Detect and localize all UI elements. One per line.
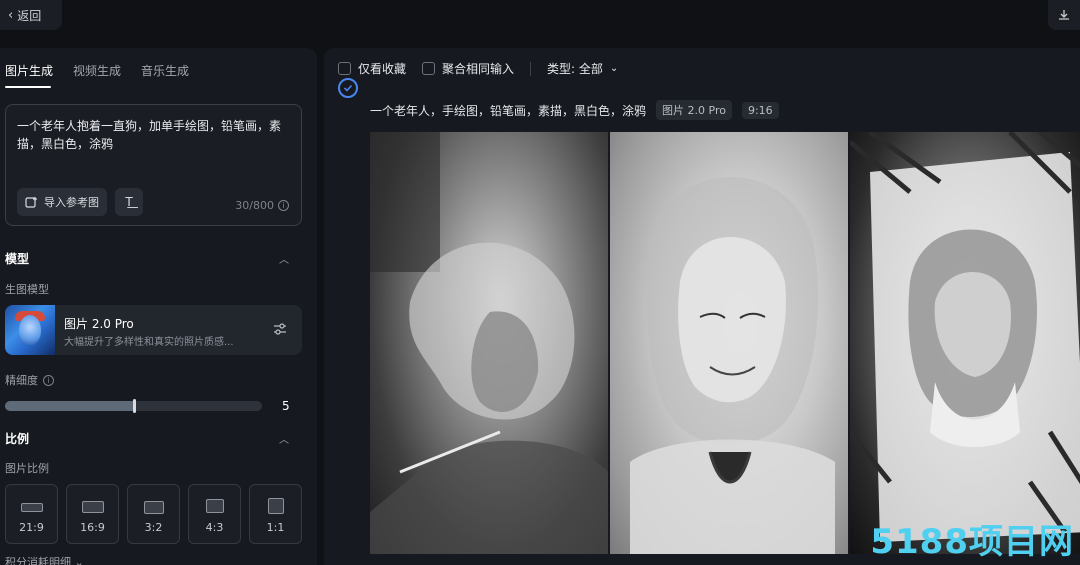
detail-info-icon[interactable]: i	[43, 374, 54, 386]
model-tag: 图片 2.0 Pro	[656, 100, 732, 120]
points-detail-toggle[interactable]: 积分消耗明细 ⌄	[5, 554, 84, 565]
generation-tabs: 图片生成 视频生成 音乐生成	[5, 62, 189, 79]
image-plus-icon	[25, 196, 37, 208]
type-label: 类型: 全部	[547, 62, 603, 76]
text-format-button[interactable]: T͟	[115, 188, 143, 216]
detail-label: 精细度	[5, 374, 38, 387]
generated-image-2[interactable]	[610, 132, 848, 554]
prompt-input[interactable]: 一个老年人抱着一直狗，加单手绘图，铅笔画，素描，黑白色，涂鸦 导入参考图 T͟ …	[5, 104, 302, 226]
chevron-up-icon[interactable]: ︿	[279, 251, 289, 266]
download-icon	[1059, 10, 1069, 20]
char-count: 30/800 i	[235, 199, 289, 212]
record-check-icon	[338, 78, 358, 98]
ratio-option-4-3[interactable]: 4:3	[188, 484, 241, 544]
ratio-16-9-icon	[81, 501, 104, 513]
model-thumbnail	[5, 305, 55, 355]
ratio-option-16-9[interactable]: 16:9	[66, 484, 119, 544]
ratio-tag: 9:16	[741, 101, 779, 119]
detail-slider-handle[interactable]	[133, 399, 136, 413]
detail-slider[interactable]	[5, 399, 262, 413]
generated-images	[370, 132, 1080, 554]
watermark: 5188项目网	[870, 522, 1074, 562]
active-tab-indicator	[5, 86, 51, 88]
results-panel: 仅看收藏 聚合相同输入 类型: 全部 ⌄ 一个老年人，手绘图，铅笔画，素描，黑白…	[324, 48, 1080, 565]
model-selector[interactable]: 图片 2.0 Pro 大幅提升了多样性和真实的照片质感...	[5, 305, 302, 355]
tab-video-generation[interactable]: 视频生成	[73, 62, 121, 79]
merge-inputs-filter[interactable]: 聚合相同输入	[422, 60, 514, 77]
tab-image-generation[interactable]: 图片生成	[5, 62, 53, 79]
char-count-value: 30/800	[235, 199, 274, 212]
ratio-section-title: 比例	[5, 432, 30, 446]
ratio-options: 21:9 16:9 3:2 4:3 1:1	[5, 484, 302, 544]
back-label: 返回	[17, 8, 42, 23]
import-reference-label: 导入参考图	[44, 196, 99, 209]
ratio-label: 3:2	[144, 521, 163, 534]
ratio-option-3-2[interactable]: 3:2	[127, 484, 180, 544]
chevron-down-icon: ⌄	[74, 556, 84, 565]
chevron-down-icon: ⌄	[609, 63, 619, 74]
favorites-label: 仅看收藏	[358, 62, 407, 76]
ratio-4-3-icon	[205, 499, 224, 513]
model-description: 大幅提升了多样性和真实的照片质感...	[64, 337, 234, 348]
import-reference-button[interactable]: 导入参考图	[17, 188, 107, 216]
ratio-1-1-icon	[267, 498, 284, 514]
model-section-title: 模型	[5, 252, 30, 266]
ratio-21-9-icon	[20, 503, 43, 512]
left-panel: 图片生成 视频生成 音乐生成 一个老年人抱着一直狗，加单手绘图，铅笔画，素描，黑…	[0, 48, 317, 565]
chevron-left-icon: ‹	[8, 7, 14, 23]
record-prompt[interactable]: 一个老年人，手绘图，铅笔画，素描，黑白色，涂鸦	[370, 102, 646, 119]
tab-music-generation[interactable]: 音乐生成	[141, 62, 189, 79]
type-dropdown[interactable]: 类型: 全部 ⌄	[547, 60, 618, 77]
back-button[interactable]: ‹ 返回	[0, 0, 62, 30]
chevron-up-icon[interactable]: ︿	[279, 431, 289, 446]
filter-divider	[530, 61, 532, 76]
download-button[interactable]	[1048, 0, 1080, 30]
favorites-only-filter[interactable]: 仅看收藏	[338, 60, 406, 77]
favorites-checkbox[interactable]	[338, 62, 351, 75]
ratio-option-1-1[interactable]: 1:1	[249, 484, 302, 544]
generated-image-1[interactable]	[370, 132, 608, 554]
ratio-label: 21:9	[19, 521, 44, 534]
ratio-3-2-icon	[143, 501, 164, 514]
ratio-label: 4:3	[205, 521, 224, 534]
record-prompt-row: 一个老年人，手绘图，铅笔画，素描，黑白色，涂鸦 图片 2.0 Pro 9:16	[370, 100, 779, 120]
text-format-icon: T͟	[125, 195, 133, 209]
model-sub-label: 生图模型	[5, 283, 49, 296]
ratio-sub-label: 图片比例	[5, 462, 49, 475]
filter-bar: 仅看收藏 聚合相同输入 类型: 全部 ⌄	[338, 60, 618, 77]
merge-checkbox[interactable]	[422, 62, 436, 75]
info-icon[interactable]: i	[278, 200, 289, 211]
merge-label: 聚合相同输入	[442, 62, 515, 76]
detail-slider-fill	[5, 401, 134, 411]
sliders-icon[interactable]	[272, 321, 288, 337]
detail-label-row: 精细度 i	[5, 372, 54, 388]
generated-image-3[interactable]	[850, 132, 1080, 554]
detail-value: 5	[282, 399, 290, 413]
ratio-label: 16:9	[80, 521, 105, 534]
model-name: 图片 2.0 Pro	[64, 317, 134, 331]
prompt-text[interactable]: 一个老年人抱着一直狗，加单手绘图，铅笔画，素描，黑白色，涂鸦	[17, 117, 289, 153]
points-detail-label: 积分消耗明细	[5, 556, 71, 565]
ratio-label: 1:1	[266, 521, 285, 534]
ratio-option-21-9[interactable]: 21:9	[5, 484, 58, 544]
